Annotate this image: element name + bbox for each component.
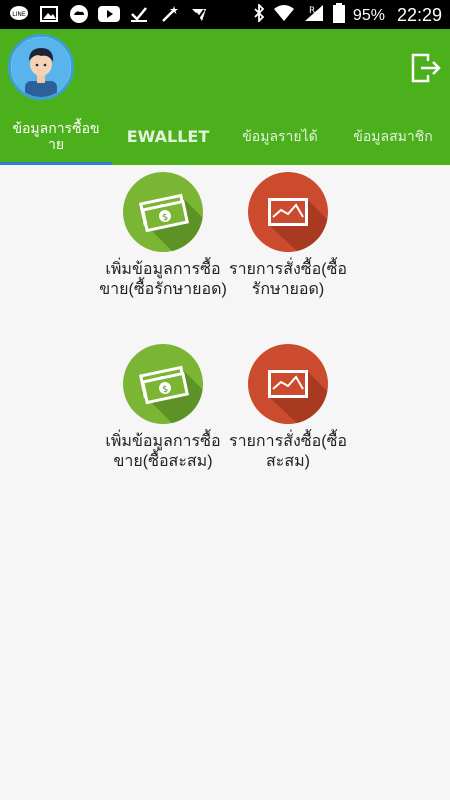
user-avatar-icon: [11, 37, 71, 97]
battery-percent: 95%: [352, 6, 385, 24]
line-icon: LINE: [8, 4, 30, 24]
magic-wand-icon: [158, 4, 180, 24]
avatar[interactable]: [8, 34, 74, 100]
tab-bar: ข้อมูลการซื้อขาย EWALLET ข้อมูลรายได้ ข้…: [0, 109, 450, 165]
tab-label: ข้อมูลรายได้: [242, 129, 318, 145]
money-icon: $: [123, 344, 203, 424]
chart-board-icon: [248, 172, 328, 252]
image-icon: [38, 4, 60, 24]
system-icons: R 95% 22:29: [253, 2, 442, 28]
tab-trade-data[interactable]: ข้อมูลการซื้อขาย: [0, 109, 112, 165]
menu-label: รายการสั่งซื้อ(ซื้อรักษายอด): [228, 261, 348, 298]
dolphin-icon: [188, 4, 210, 24]
notification-icons: LINE: [8, 4, 210, 24]
menu-label: เพิ่มข้อมูลการซื้อขาย(ซื้อรักษายอด): [99, 261, 227, 298]
svg-text:LINE: LINE: [12, 11, 26, 18]
add-trade-accumulate-button[interactable]: $ เพิ่มข้อมูลการซื้อขาย(ซื้อสะสม): [93, 337, 233, 472]
money-icon: $: [123, 172, 203, 252]
tab-label: ข้อมูลสมาชิก: [353, 129, 433, 145]
battery-icon: [332, 3, 345, 28]
bluetooth-icon: [253, 2, 265, 27]
tab-ewallet[interactable]: EWALLET: [112, 109, 224, 165]
app-bar: ข้อมูลการซื้อขาย EWALLET ข้อมูลรายได้ ข้…: [0, 29, 450, 165]
clock: 22:29: [396, 5, 442, 25]
add-trade-maintain-button[interactable]: $ เพิ่มข้อมูลการซื้อขาย(ซื้อรักษายอด): [93, 165, 233, 300]
tab-member-data[interactable]: ข้อมูลสมาชิก: [336, 109, 450, 165]
chart-board-icon: [248, 344, 328, 424]
tab-label: ข้อมูลการซื้อขาย: [12, 121, 100, 153]
status-bar: LINE R 95% 22:29: [0, 0, 450, 29]
wifi-icon: [273, 4, 295, 27]
youtube-icon: [98, 4, 120, 24]
tab-income-data[interactable]: ข้อมูลรายได้: [224, 109, 336, 165]
logout-icon: [411, 53, 441, 83]
weather-icon: [68, 4, 90, 24]
check-icon: [128, 4, 150, 24]
logout-button[interactable]: [410, 51, 442, 85]
tab-label: EWALLET: [126, 127, 210, 146]
order-list-accumulate-button[interactable]: รายการสั่งซื้อ(ซื้อสะสม): [218, 337, 358, 472]
order-list-maintain-button[interactable]: รายการสั่งซื้อ(ซื้อรักษายอด): [218, 165, 358, 300]
menu-label: เพิ่มข้อมูลการซื้อขาย(ซื้อสะสม): [105, 433, 221, 470]
signal-icon: R: [303, 4, 325, 27]
svg-text:R: R: [309, 6, 315, 16]
menu-label: รายการสั่งซื้อ(ซื้อสะสม): [228, 433, 348, 470]
